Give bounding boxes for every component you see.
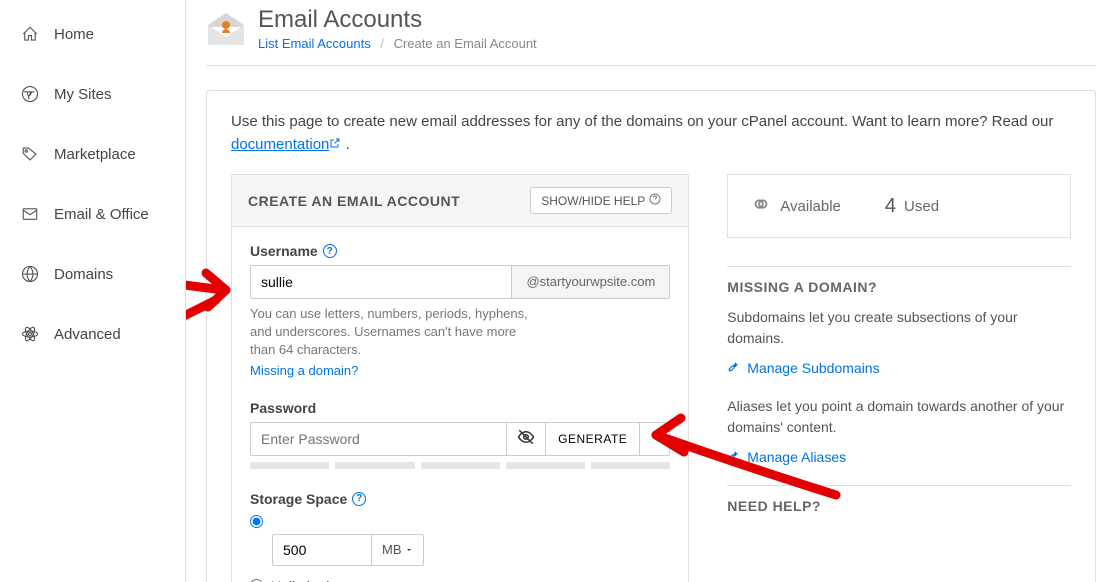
generate-dropdown-button[interactable] xyxy=(640,422,670,456)
show-hide-help-button[interactable]: SHOW/HIDE HELP xyxy=(530,187,672,214)
account-stats: Available 4 Used xyxy=(727,174,1071,238)
external-link-icon xyxy=(329,134,341,146)
sidebar-item-domains[interactable]: Domains xyxy=(0,252,185,296)
home-icon xyxy=(20,24,40,44)
wordpress-icon xyxy=(20,84,40,104)
breadcrumb-current: Create an Email Account xyxy=(394,36,537,51)
available-label: Available xyxy=(780,198,841,215)
intro-text: Use this page to create new email addres… xyxy=(231,111,1071,156)
username-input[interactable] xyxy=(250,265,512,299)
sidebar-item-label: Home xyxy=(54,26,94,43)
tag-icon xyxy=(20,144,40,164)
manage-aliases-link[interactable]: Manage Aliases xyxy=(727,448,1071,465)
sidebar-item-label: Advanced xyxy=(54,326,121,343)
documentation-link[interactable]: documentation xyxy=(231,136,341,153)
unlimited-label: Unlimited xyxy=(271,578,329,582)
domain-addon[interactable]: @startyourwpsite.com xyxy=(512,265,670,299)
envelope-icon xyxy=(206,11,246,47)
sidebar-item-home[interactable]: Home xyxy=(0,12,185,56)
main-content: Email Accounts List Email Accounts / Cre… xyxy=(186,0,1116,582)
alias-description: Aliases let you point a domain towards a… xyxy=(727,396,1071,438)
password-strength-meter xyxy=(250,462,670,469)
sidebar-item-advanced[interactable]: Advanced xyxy=(0,312,185,356)
manage-subdomains-link[interactable]: Manage Subdomains xyxy=(727,359,1071,376)
breadcrumb-link[interactable]: List Email Accounts xyxy=(258,36,371,51)
wrench-icon xyxy=(727,448,741,465)
create-email-card: CREATE AN EMAIL ACCOUNT SHOW/HIDE HELP U… xyxy=(231,174,689,582)
help-circle-icon xyxy=(649,193,661,208)
infinity-icon xyxy=(750,193,772,219)
sidebar-item-mysites[interactable]: My Sites xyxy=(0,72,185,116)
username-hint: You can use letters, numbers, periods, h… xyxy=(250,305,530,360)
eye-off-icon xyxy=(517,428,535,449)
breadcrumb-separator: / xyxy=(380,36,384,51)
subdomain-description: Subdomains let you create subsections of… xyxy=(727,307,1071,349)
sidebar-item-marketplace[interactable]: Marketplace xyxy=(0,132,185,176)
main-panel: Use this page to create new email addres… xyxy=(206,90,1096,582)
need-help-title: NEED HELP? xyxy=(727,485,1071,514)
mail-icon xyxy=(20,204,40,224)
sidebar-item-label: Domains xyxy=(54,266,113,283)
storage-custom-radio[interactable] xyxy=(250,515,263,528)
caret-down-icon xyxy=(405,542,413,557)
password-label: Password xyxy=(250,400,670,416)
generate-password-button[interactable]: GENERATE xyxy=(546,422,640,456)
sidebar-item-label: My Sites xyxy=(54,86,112,103)
page-header: Email Accounts List Email Accounts / Cre… xyxy=(206,6,1096,59)
caret-down-icon xyxy=(650,431,660,446)
sidebar-item-label: Email & Office xyxy=(54,206,149,223)
sidebar-item-email[interactable]: Email & Office xyxy=(0,192,185,236)
help-circle-icon[interactable]: ? xyxy=(352,492,366,506)
sidebar: Home My Sites Marketplace Email & Office… xyxy=(0,0,186,582)
breadcrumb: List Email Accounts / Create an Email Ac… xyxy=(258,36,537,51)
storage-size-input[interactable] xyxy=(272,534,372,566)
storage-label: Storage Space ? xyxy=(250,491,670,507)
atom-icon xyxy=(20,324,40,344)
globe-icon xyxy=(20,264,40,284)
username-label: Username ? xyxy=(250,243,670,259)
sidebar-item-label: Marketplace xyxy=(54,146,136,163)
missing-domain-title: MISSING A DOMAIN? xyxy=(727,266,1071,295)
missing-domain-link[interactable]: Missing a domain? xyxy=(250,363,358,378)
help-circle-icon[interactable]: ? xyxy=(323,244,337,258)
used-count: 4 xyxy=(885,195,896,218)
used-label: Used xyxy=(904,198,939,215)
password-input[interactable] xyxy=(250,422,507,456)
wrench-icon xyxy=(727,359,741,376)
page-title: Email Accounts xyxy=(258,6,537,34)
storage-unit-dropdown[interactable]: MB xyxy=(372,534,424,566)
toggle-password-visibility-button[interactable] xyxy=(507,422,546,456)
card-title: CREATE AN EMAIL ACCOUNT xyxy=(248,193,460,209)
